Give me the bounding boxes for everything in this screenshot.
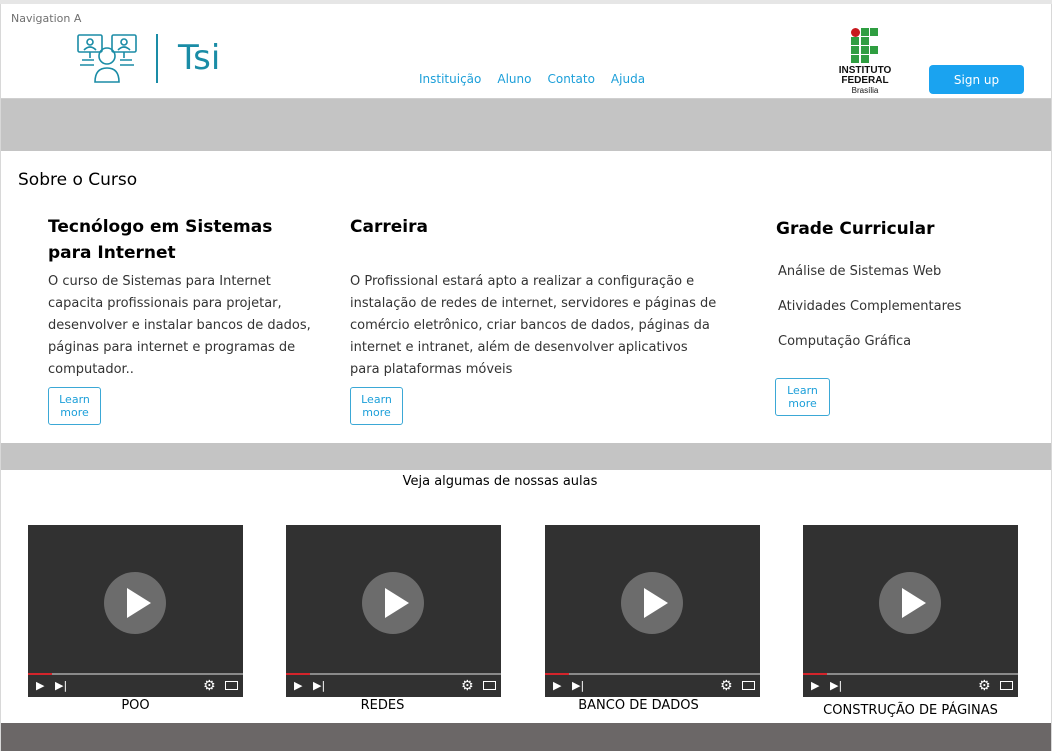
career-description: O Profissional estará apto a realizar a …	[350, 274, 717, 377]
video-progress	[28, 673, 52, 675]
video-progress-track[interactable]	[545, 673, 760, 675]
video-progress-track[interactable]	[28, 673, 243, 675]
next-icon[interactable]: ▶|	[55, 678, 67, 694]
logo-red-dot	[851, 28, 860, 37]
video-player[interactable]: ▶ ▶| ⚙	[286, 525, 501, 697]
settings-icon[interactable]: ⚙	[978, 678, 991, 694]
video-player[interactable]: ▶ ▶| ⚙	[803, 525, 1018, 697]
fullscreen-icon[interactable]	[1000, 681, 1013, 690]
curriculum-heading: Grade Curricular	[776, 219, 935, 239]
video-progress-track[interactable]	[803, 673, 1018, 675]
logo-square	[851, 37, 859, 45]
video-label-redes: REDES	[360, 698, 405, 713]
footer-bar	[1, 723, 1051, 751]
logo-square	[861, 37, 869, 45]
video-progress-track[interactable]	[286, 673, 501, 675]
video-player[interactable]: ▶ ▶| ⚙	[28, 525, 243, 697]
main-nav: Instituição Aluno Contato Ajuda	[419, 72, 645, 86]
play-small-icon[interactable]: ▶	[811, 678, 819, 694]
play-small-icon[interactable]: ▶	[553, 678, 561, 694]
videos-title: Veja algumas de nossas aulas	[402, 474, 598, 489]
frame-label: Navigation A	[11, 12, 82, 25]
fullscreen-icon[interactable]	[483, 681, 496, 690]
logo-divider	[156, 34, 158, 83]
video-label-poo: POO	[121, 698, 150, 713]
course-heading: Tecnólogo em Sistemas para Internet	[48, 217, 273, 263]
career-heading: Carreira	[350, 217, 428, 237]
course-logo-icon	[77, 34, 137, 83]
play-icon[interactable]	[104, 572, 166, 634]
video-player[interactable]: ▶ ▶| ⚙	[545, 525, 760, 697]
video-progress	[545, 673, 569, 675]
play-icon[interactable]	[879, 572, 941, 634]
career-column: Carreira O Profissional estará apto a re…	[350, 214, 720, 381]
section-band	[1, 443, 1051, 470]
curriculum-item[interactable]: Computação Gráfica	[778, 334, 911, 349]
logo-square	[861, 46, 869, 54]
curriculum-item[interactable]: Análise de Sistemas Web	[778, 264, 941, 279]
next-icon[interactable]: ▶|	[572, 678, 584, 694]
fullscreen-icon[interactable]	[225, 681, 238, 690]
curriculum-item[interactable]: Atividades Complementares	[778, 299, 961, 314]
next-icon[interactable]: ▶|	[313, 678, 325, 694]
section-title-about: Sobre o Curso	[18, 170, 138, 190]
logo-square	[851, 46, 859, 54]
video-progress	[803, 673, 827, 675]
logo-square	[861, 28, 869, 36]
course-logo-text[interactable]: Tsi	[178, 38, 220, 78]
course-column: Tecnólogo em Sistemas para Internet O cu…	[48, 214, 318, 381]
logo-square	[851, 55, 859, 63]
career-learn-more-button[interactable]: Learn more	[350, 387, 403, 425]
nav-instituicao[interactable]: Instituição	[419, 72, 481, 86]
curriculum-column: Grade Curricular	[776, 216, 1016, 242]
signup-button[interactable]: Sign up	[929, 65, 1024, 94]
course-learn-more-button[interactable]: Learn more	[48, 387, 101, 425]
video-label-construcao-de-paginas: CONSTRUÇÃO DE PÁGINAS	[823, 703, 998, 718]
play-small-icon[interactable]: ▶	[294, 678, 302, 694]
nav-aluno[interactable]: Aluno	[497, 72, 531, 86]
video-label-banco-de-dados: BANCO DE DADOS	[578, 698, 699, 713]
play-small-icon[interactable]: ▶	[36, 678, 44, 694]
logo-square	[870, 28, 878, 36]
course-description: O curso de Sistemas para Internet capaci…	[48, 274, 311, 377]
institute-logo[interactable]: INSTITUTO FEDERAL Brasília	[834, 28, 896, 96]
institute-name-line2: FEDERAL	[841, 75, 889, 86]
next-icon[interactable]: ▶|	[830, 678, 842, 694]
institute-name: INSTITUTO FEDERAL	[834, 66, 896, 86]
play-icon[interactable]	[621, 572, 683, 634]
nav-ajuda[interactable]: Ajuda	[611, 72, 645, 86]
fullscreen-icon[interactable]	[742, 681, 755, 690]
settings-icon[interactable]: ⚙	[461, 678, 474, 694]
video-progress	[286, 673, 310, 675]
top-strip	[0, 0, 1052, 4]
settings-icon[interactable]: ⚙	[720, 678, 733, 694]
play-icon[interactable]	[362, 572, 424, 634]
nav-contato[interactable]: Contato	[547, 72, 594, 86]
logo-square	[861, 55, 869, 63]
curriculum-learn-more-button[interactable]: Learn more	[775, 378, 830, 416]
institute-campus: Brasília	[851, 86, 879, 95]
settings-icon[interactable]: ⚙	[203, 678, 216, 694]
logo-square	[870, 46, 878, 54]
hero-band	[1, 99, 1051, 151]
